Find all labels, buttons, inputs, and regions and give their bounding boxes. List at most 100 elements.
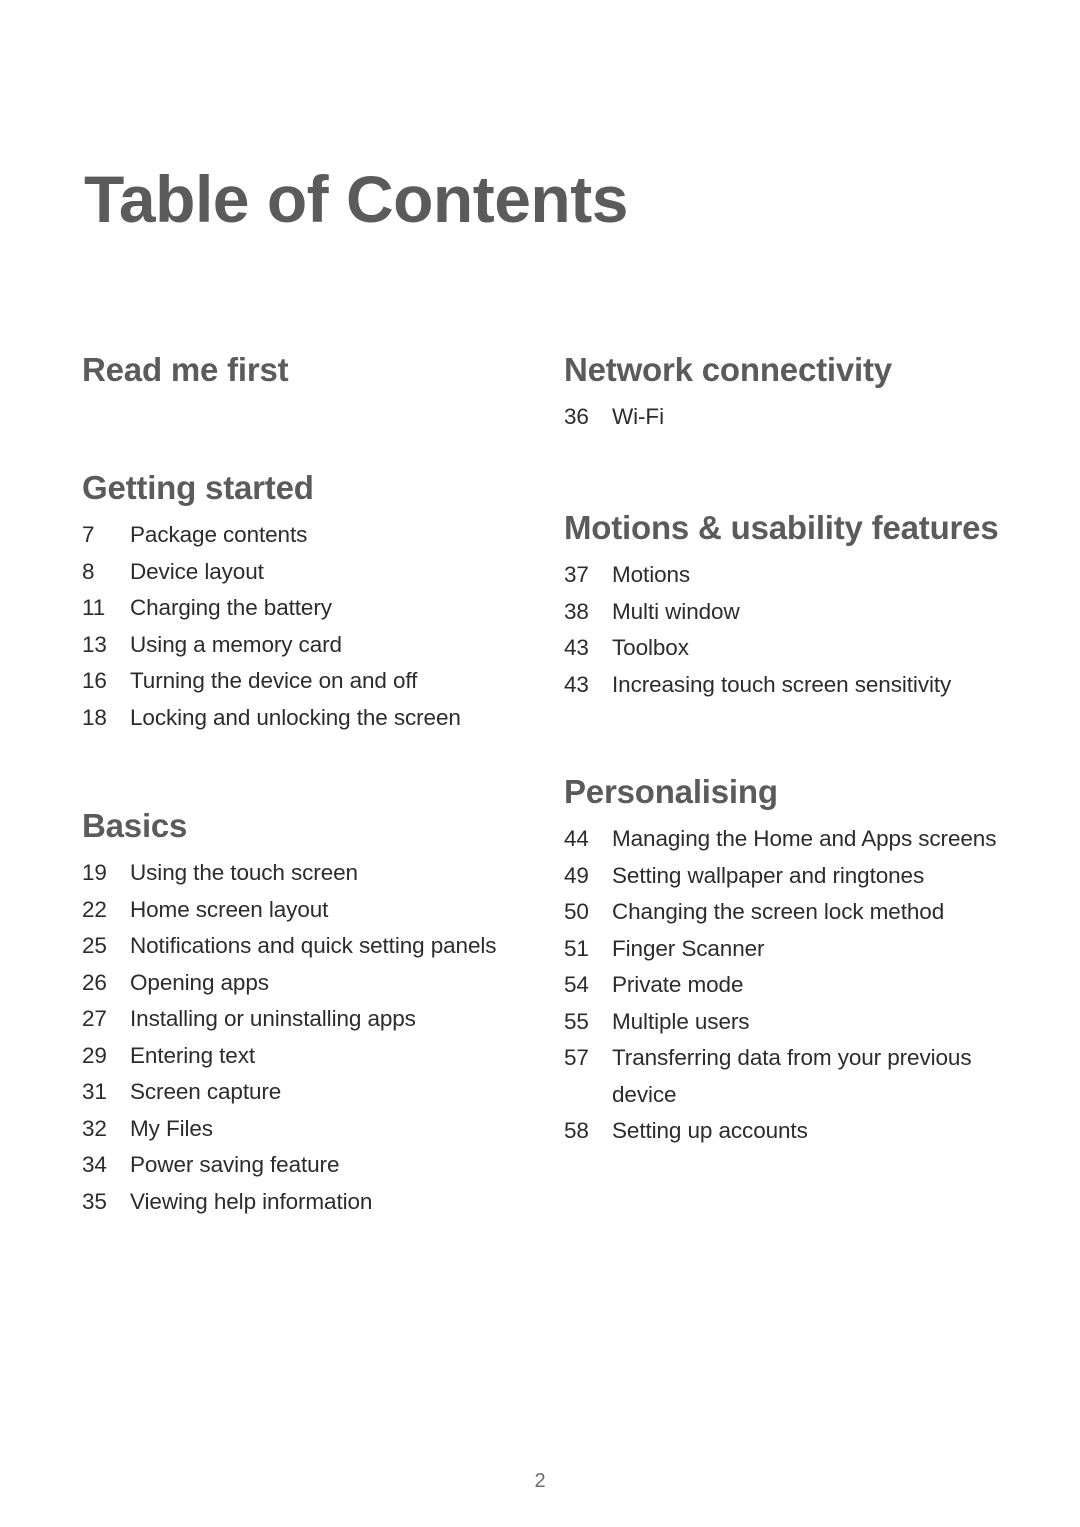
- toc-entry-title: Screen capture: [130, 1079, 282, 1105]
- toc-entry[interactable]: 37 Motions: [564, 557, 1016, 594]
- toc-entry-page-number: 16: [82, 668, 107, 694]
- toc-entry[interactable]: 38 Multi window: [564, 594, 1016, 631]
- toc-entry[interactable]: 13 Using a memory card: [82, 627, 532, 664]
- toc-section: Personalising 44 Managing the Home and App…: [564, 773, 1016, 1150]
- toc-entry[interactable]: 49 Setting wallpaper and ringtones: [564, 858, 1016, 895]
- toc-entry-page-number: 31: [82, 1079, 107, 1105]
- toc-entry-page-number: 44: [564, 826, 589, 852]
- toc-entry-page-number: 36: [564, 404, 589, 430]
- toc-entry-title: My Files: [130, 1115, 213, 1141]
- toc-entry-title: Notifications and quick setting panels: [130, 933, 497, 959]
- toc-entry-title: Wi-Fi: [612, 404, 664, 430]
- toc-entry-page-number: 26: [82, 969, 107, 995]
- toc-entry[interactable]: 11 Charging the battery: [82, 590, 532, 627]
- toc-entry-list: 36 Wi-Fi: [564, 399, 1016, 436]
- toc-entry-title: Managing the Home and Apps screens: [612, 826, 997, 852]
- toc-entry-title: Toolbox: [612, 635, 689, 661]
- toc-entry-page-number: 29: [82, 1042, 107, 1068]
- toc-entry-page-number: 7: [82, 522, 95, 548]
- toc-entry-page-number: 38: [564, 598, 589, 624]
- toc-entry[interactable]: 55 Multiple users: [564, 1004, 1016, 1041]
- toc-entry-page-number: 35: [82, 1188, 107, 1214]
- toc-entry[interactable]: 54 Private mode: [564, 967, 1016, 1004]
- toc-entry-title: Setting up accounts: [612, 1118, 808, 1144]
- toc-entry[interactable]: 36 Wi-Fi: [564, 399, 1016, 436]
- toc-entry-list: 19 Using the touch screen 22 Home screen la…: [82, 855, 532, 1220]
- toc-section-heading: Basics: [82, 807, 188, 844]
- toc-entry-page-number: 58: [564, 1118, 589, 1144]
- toc-section-heading: Network connectivity: [564, 351, 892, 388]
- toc-entry-title: Opening apps: [130, 969, 269, 995]
- toc-entry-title: Power saving feature: [130, 1152, 340, 1178]
- toc-entry[interactable]: 18 Locking and unlocking the screen: [82, 700, 532, 737]
- toc-entry-title: Charging the battery: [130, 595, 332, 621]
- toc-entry-title: Multiple users: [612, 1008, 750, 1034]
- toc-entry[interactable]: 43 Toolbox: [564, 630, 1016, 667]
- toc-entry-page-number: 37: [564, 562, 589, 588]
- toc-entry-page-number: 43: [564, 635, 589, 661]
- toc-entry[interactable]: 29 Entering text: [82, 1038, 532, 1075]
- toc-entry-page-number: 18: [82, 704, 107, 730]
- toc-entry[interactable]: 57 Transferring data from your previous d…: [564, 1040, 1016, 1113]
- toc-entry-page-number: 54: [564, 972, 589, 998]
- toc-entry-page-number: 50: [564, 899, 589, 925]
- toc-section: Basics 19 Using the touch screen 22 Home scr…: [82, 807, 532, 1220]
- toc-entry-title: Using a memory card: [130, 631, 342, 657]
- toc-entry-title: Viewing help information: [130, 1188, 373, 1214]
- toc-entry-title: Entering text: [130, 1042, 256, 1068]
- toc-entry-list: 37 Motions 38 Multi window 43 Toolbox 43 Increa…: [564, 557, 1016, 703]
- toc-entry[interactable]: 51 Finger Scanner: [564, 931, 1016, 968]
- toc-entry-title: Increasing touch screen sensitivity: [612, 671, 952, 697]
- toc-entry-title: Transferring data from your previous dev…: [612, 1045, 972, 1107]
- toc-entry-page-number: 11: [82, 595, 106, 621]
- toc-section: Getting started 7 Package contents 8 Device …: [82, 469, 532, 736]
- toc-entry[interactable]: 26 Opening apps: [82, 965, 532, 1002]
- toc-entry[interactable]: 34 Power saving feature: [82, 1147, 532, 1184]
- toc-entry[interactable]: 32 My Files: [82, 1111, 532, 1148]
- document-page: Table of Contents Read me first Getting s…: [0, 0, 1080, 1527]
- toc-entry-title: Home screen layout: [130, 896, 329, 922]
- toc-entry-title: Finger Scanner: [612, 935, 765, 961]
- toc-entry[interactable]: 58 Setting up accounts: [564, 1113, 1016, 1150]
- toc-section: Network connectivity 36 Wi-Fi: [564, 351, 1016, 436]
- toc-entry[interactable]: 19 Using the touch screen: [82, 855, 532, 892]
- toc-entry-page-number: 49: [564, 862, 589, 888]
- toc-entry-title: Package contents: [130, 522, 308, 548]
- toc-entry-title: Installing or uninstalling apps: [130, 1006, 416, 1032]
- toc-entry-title: Changing the screen lock method: [612, 899, 945, 925]
- toc-entry[interactable]: 35 Viewing help information: [82, 1184, 532, 1221]
- toc-entry-title: Turning the device on and off: [130, 668, 418, 694]
- toc-entry[interactable]: 25 Notifications and quick setting panels: [82, 928, 532, 965]
- toc-entry[interactable]: 8 Device layout: [82, 554, 532, 591]
- toc-section-heading: Getting started: [82, 469, 314, 506]
- toc-entry-title: Setting wallpaper and ringtones: [612, 862, 925, 888]
- toc-entry-list: 44 Managing the Home and Apps screens 49 Se…: [564, 821, 1016, 1150]
- toc-entry-title: Using the touch screen: [130, 860, 358, 886]
- toc-entry-page-number: 22: [82, 896, 107, 922]
- toc-entry[interactable]: 31 Screen capture: [82, 1074, 532, 1111]
- toc-section-heading: Read me first: [82, 351, 289, 388]
- toc-entry-page-number: 55: [564, 1008, 589, 1034]
- toc-entry-title: Locking and unlocking the screen: [130, 704, 461, 730]
- toc-entry-page-number: 34: [82, 1152, 107, 1178]
- toc-section-heading: Personalising: [564, 773, 778, 810]
- toc-entry[interactable]: 43 Increasing touch screen sensitivity: [564, 667, 1016, 704]
- toc-section: Read me first: [82, 351, 532, 388]
- page-title: Table of Contents: [84, 162, 628, 237]
- toc-entry-page-number: 32: [82, 1115, 107, 1141]
- toc-entry-title: Multi window: [612, 598, 740, 624]
- toc-section-heading: Motions & usability features: [564, 509, 999, 546]
- toc-entry[interactable]: 50 Changing the screen lock method: [564, 894, 1016, 931]
- toc-entry-page-number: 8: [82, 558, 95, 584]
- toc-entry-list: 7 Package contents 8 Device layout 11 Chargin…: [82, 517, 532, 736]
- toc-entry[interactable]: 7 Package contents: [82, 517, 532, 554]
- toc-entry-page-number: 25: [82, 933, 107, 959]
- toc-entry-page-number: 43: [564, 671, 589, 697]
- toc-entry-page-number: 19: [82, 860, 107, 886]
- page-number-footer: 2: [534, 1470, 546, 1492]
- toc-entry[interactable]: 27 Installing or uninstalling apps: [82, 1001, 532, 1038]
- toc-entry[interactable]: 22 Home screen layout: [82, 892, 532, 929]
- toc-entry[interactable]: 44 Managing the Home and Apps screens: [564, 821, 1016, 858]
- toc-entry[interactable]: 16 Turning the device on and off: [82, 663, 532, 700]
- toc-entry-page-number: 13: [82, 631, 107, 657]
